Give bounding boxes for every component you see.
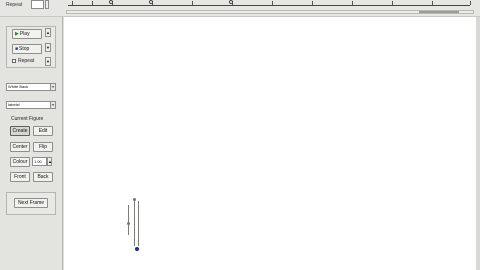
timeline-tick [272,1,273,5]
chevron-up-icon: ▲ [48,159,52,164]
edit-button[interactable]: Edit [33,126,53,136]
front-button[interactable]: Front [10,172,30,182]
timeline-tick [470,1,471,5]
figure-select[interactable]: labelsf ▼ [6,101,56,109]
frame-marker[interactable] [109,0,113,4]
stick-figure[interactable] [124,198,146,254]
figure-limb [128,205,129,235]
repeat-top-label: Repeat [6,2,23,8]
frame-marker[interactable] [229,0,233,4]
timeline-tick [72,1,73,5]
background-select-value: White Back [8,84,29,89]
stop-label: Stop [19,46,30,52]
flip-button[interactable]: Flip [33,142,53,152]
play-label: Play [19,31,30,37]
figure-limb [134,200,135,246]
figure-limb [138,201,139,246]
timeline-scrollbar[interactable] [66,10,474,14]
control-panel: ▶Play ▲ ■Stop ▼ Repeat ▼ White Back ▼ la… [0,17,63,270]
scale-spinner[interactable]: ▲ [47,157,52,166]
speed-down-button[interactable]: ▼ [45,43,51,52]
speed-up-button[interactable]: ▲ [45,28,51,37]
figure-joint[interactable] [133,198,136,201]
top-toolbar: Repeat [0,0,480,17]
figure-select-value: labelsf [8,102,20,107]
timeline-tick [352,1,353,5]
timeline-tick [312,1,313,5]
figure-root-joint[interactable] [135,247,139,251]
figure-joint[interactable] [127,222,130,225]
chevron-down-icon: ▼ [46,59,50,64]
timeline-tick [392,1,393,5]
chevron-down-icon: ▼ [46,45,50,50]
current-figure-label: Current Figure [11,116,44,122]
colour-button[interactable]: Colour [10,157,30,167]
repeat-spinner[interactable] [45,0,49,9]
scale-field[interactable]: 1.00 [32,157,47,166]
create-button[interactable]: Create [10,126,30,136]
repeat-checkbox[interactable] [12,59,16,63]
chevron-down-icon: ▼ [50,102,55,108]
timeline-tick [432,1,433,5]
next-frame-button[interactable]: Next Frame [14,198,48,208]
timeline-track [68,5,470,6]
timeline-tick [92,1,93,5]
back-button[interactable]: Back [33,172,53,182]
repeat-option-button[interactable]: ▼ [45,57,51,66]
timeline[interactable] [66,0,474,15]
background-select[interactable]: White Back ▼ [6,83,56,91]
repeat-checkbox-label: Repeat [18,58,35,64]
chevron-down-icon: ▼ [50,84,55,90]
play-button[interactable]: ▶Play [12,29,42,39]
repeat-count-field[interactable] [31,0,44,9]
stop-icon: ■ [15,46,19,52]
stop-button[interactable]: ■Stop [12,44,42,54]
play-icon: ▶ [15,31,19,37]
chevron-up-icon: ▲ [46,30,50,35]
timeline-tick [192,1,193,5]
center-button[interactable]: Center [10,142,30,152]
canvas-edge [476,17,480,270]
timeline-scroll-thumb[interactable] [419,11,459,13]
frame-marker[interactable] [149,0,153,4]
